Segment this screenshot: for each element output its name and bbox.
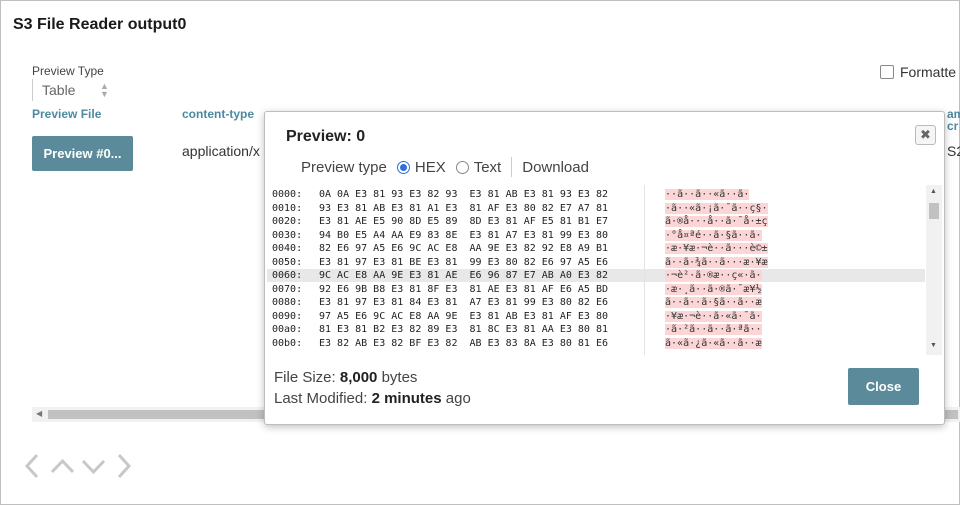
hex-offset: 0010: — [272, 202, 303, 214]
hex-row: 0050: E3 81 97 E3 81 BE E3 81 99 E3 80 82… — [267, 256, 925, 269]
file-size-label: File Size: — [274, 369, 336, 386]
hex-chars: ·ã·²ã··ã··ã·ªã·· — [665, 324, 762, 335]
hex-offset: 0080: — [272, 297, 303, 308]
truncated-cell: S2 — [947, 143, 960, 159]
chevron-left-icon[interactable] — [19, 451, 44, 481]
hex-row: 0080: E3 81 97 E3 81 84 E3 81 A7 E3 81 99… — [267, 296, 925, 309]
hex-offset: 0060: — [272, 270, 303, 281]
preview-type-option-label: Preview type — [301, 158, 387, 176]
hex-offset: 0090: — [272, 310, 303, 322]
file-size: File Size: 8,000 bytes — [274, 369, 417, 386]
column-header-truncated-2: cr — [947, 119, 959, 133]
hex-chars: ·ã··«ã·¡ã·¯ã··ç§· — [665, 202, 768, 214]
content-type-cell: application/x — [182, 143, 260, 159]
hex-offset: 0070: — [272, 283, 303, 295]
scrollbar-thumb[interactable] — [929, 203, 939, 219]
text-radio-label[interactable]: Text — [474, 159, 502, 176]
column-header-preview-file: Preview File — [32, 107, 102, 121]
hex-bytes: E3 81 AE E5 90 8D E5 89 8D E3 81 AF E5 8… — [319, 216, 608, 227]
hex-chars: ·æ·¸ã··ã·®ã·¯æ¥½ — [665, 283, 762, 295]
column-header-content-type: content-type — [182, 107, 254, 121]
hex-row: 0000: 0A 0A E3 81 93 E3 82 93 E3 81 AB E3… — [267, 188, 925, 201]
close-icon[interactable]: ✖ — [915, 125, 936, 145]
hex-chars: ·¬è²·ã·®æ··ç«·ã· — [665, 270, 762, 281]
hex-bytes: 94 B0 E5 A4 AA E9 83 8E E3 81 A7 E3 81 9… — [319, 229, 608, 241]
preview-type-label: Preview Type — [32, 64, 104, 78]
hex-row: 0040: 82 E6 97 A5 E6 9C AC E8 AA 9E E3 82… — [267, 242, 925, 255]
last-modified-suffix: ago — [445, 390, 471, 407]
hex-row: 0090: 97 A5 E6 9C AC E8 AA 9E E3 81 AB E3… — [267, 310, 925, 323]
scroll-up-icon[interactable]: ▲ — [930, 188, 937, 195]
hex-bytes: 81 E3 81 B2 E3 82 89 E3 81 8C E3 81 AA E… — [319, 324, 608, 335]
chevron-right-icon[interactable] — [112, 451, 137, 481]
hex-chars: ã·«ã·¿ã·«ã··ã··æ — [665, 337, 762, 349]
hex-divider — [644, 185, 645, 355]
scroll-down-icon[interactable]: ▼ — [930, 342, 937, 349]
hex-radio-label[interactable]: HEX — [415, 159, 446, 176]
hex-bytes: 92 E6 9B B8 E3 81 8F E3 81 AE E3 81 AF E… — [319, 283, 608, 295]
formatted-label: Formatte — [900, 64, 957, 80]
hex-viewer[interactable]: 00b0: E3 82 AB E3 82 BF E3 82 AB E3 83 8A… — [267, 185, 943, 355]
chevron-down-icon[interactable] — [81, 451, 106, 481]
hex-offset: 0050: — [272, 256, 303, 268]
hex-row: 0010: 93 E3 81 AB E3 81 A1 E3 81 AF E3 80… — [267, 202, 925, 215]
hex-offset: 0040: — [272, 243, 303, 254]
hex-chars: ã··ã·¾ã··ã···æ·¥æ — [665, 256, 768, 268]
modal-title: Preview: 0 — [286, 128, 366, 145]
hex-bytes: E3 82 AB E3 82 BF E3 82 AB E3 83 8A E3 8… — [319, 337, 608, 349]
hex-row: 0070: 92 E6 9B B8 E3 81 8F E3 81 AE E3 81… — [267, 283, 925, 296]
hex-row: 00a0: 81 E3 81 B2 E3 82 89 E3 81 8C E3 81… — [267, 323, 925, 336]
hex-bytes: 0A 0A E3 81 93 E3 82 93 E3 81 AB E3 81 9… — [319, 189, 608, 200]
navigation-arrows — [19, 451, 137, 481]
vertical-scrollbar[interactable]: ▲ ▼ — [926, 185, 942, 355]
hex-chars: ã·®å···å··ã·¯å·±ç — [665, 216, 768, 227]
hex-offset: 00a0: — [272, 324, 303, 335]
hex-bytes: 93 E3 81 AB E3 81 A1 E3 81 AF E3 80 82 E… — [319, 202, 608, 214]
download-link[interactable]: Download — [522, 159, 589, 176]
hex-chars: ã··ã··ã·§ã··ã··æ — [665, 297, 762, 308]
hex-offset: 0020: — [272, 216, 303, 227]
checkbox-icon — [880, 65, 894, 79]
preview-file-button[interactable]: Preview #0... — [32, 136, 133, 171]
last-modified: Last Modified: 2 minutes ago — [274, 390, 471, 407]
hex-radio[interactable] — [396, 160, 410, 174]
close-button[interactable]: Close — [848, 368, 919, 405]
hex-bytes: E3 81 97 E3 81 BE E3 81 99 E3 80 82 E6 9… — [319, 256, 608, 268]
hex-chars: ·æ·¥æ·¬è··ã···è©± — [665, 243, 768, 254]
hex-chars: ·°å¤ªé··ã·§ã··ã· — [665, 229, 762, 241]
file-size-unit: bytes — [381, 369, 418, 386]
hex-offset: 0000: — [272, 189, 303, 200]
preview-modal: Preview: 0 ✖ Preview type HEX Text Downl… — [264, 111, 945, 425]
hex-bytes: 82 E6 97 A5 E6 9C AC E8 AA 9E E3 82 92 E… — [319, 243, 608, 254]
hex-bytes: 9C AC E8 AA 9E E3 81 AE E6 96 87 E7 AB A… — [319, 270, 608, 281]
preview-type-value: Table — [42, 82, 76, 98]
preview-type-select[interactable]: Table ▲ ▼ — [32, 79, 112, 101]
preview-type-options: Preview type HEX Text Download — [301, 157, 589, 177]
last-modified-value: 2 minutes — [371, 390, 442, 407]
chevron-up-icon[interactable] — [50, 451, 75, 481]
text-radio[interactable] — [455, 160, 469, 174]
hex-chars: ·¥æ·¬è··ã·«ã·¯ã· — [665, 310, 762, 322]
hex-row: 0020: E3 81 AE E5 90 8D E5 89 8D E3 81 AF… — [267, 215, 925, 228]
hex-offset: 00b0: — [272, 337, 303, 349]
window-title: S3 File Reader output0 — [13, 16, 187, 33]
hex-bytes: E3 81 97 E3 81 84 E3 81 A7 E3 81 99 E3 8… — [319, 297, 608, 308]
select-arrows-icon: ▲ ▼ — [100, 81, 109, 99]
file-size-value: 8,000 — [339, 369, 378, 386]
divider — [511, 157, 513, 177]
hex-offset: 0030: — [272, 229, 303, 241]
hex-row: 0030: 94 B0 E5 A4 AA E9 83 8E E3 81 A7 E3… — [267, 229, 925, 242]
hex-chars: ··ã··ã··«ã··ã· — [665, 189, 750, 200]
formatted-checkbox[interactable]: Formatte — [880, 64, 956, 80]
hex-bytes: 97 A5 E6 9C AC E8 AA 9E E3 81 AB E3 81 A… — [319, 310, 608, 322]
last-modified-label: Last Modified: — [274, 390, 368, 407]
scroll-left-icon[interactable]: ◀ — [36, 409, 42, 418]
hex-row: 00b0: E3 82 AB E3 82 BF E3 82 AB E3 83 8A… — [267, 337, 925, 350]
hex-row: 0060: 9C AC E8 AA 9E E3 81 AE E6 96 87 E7… — [267, 269, 925, 282]
